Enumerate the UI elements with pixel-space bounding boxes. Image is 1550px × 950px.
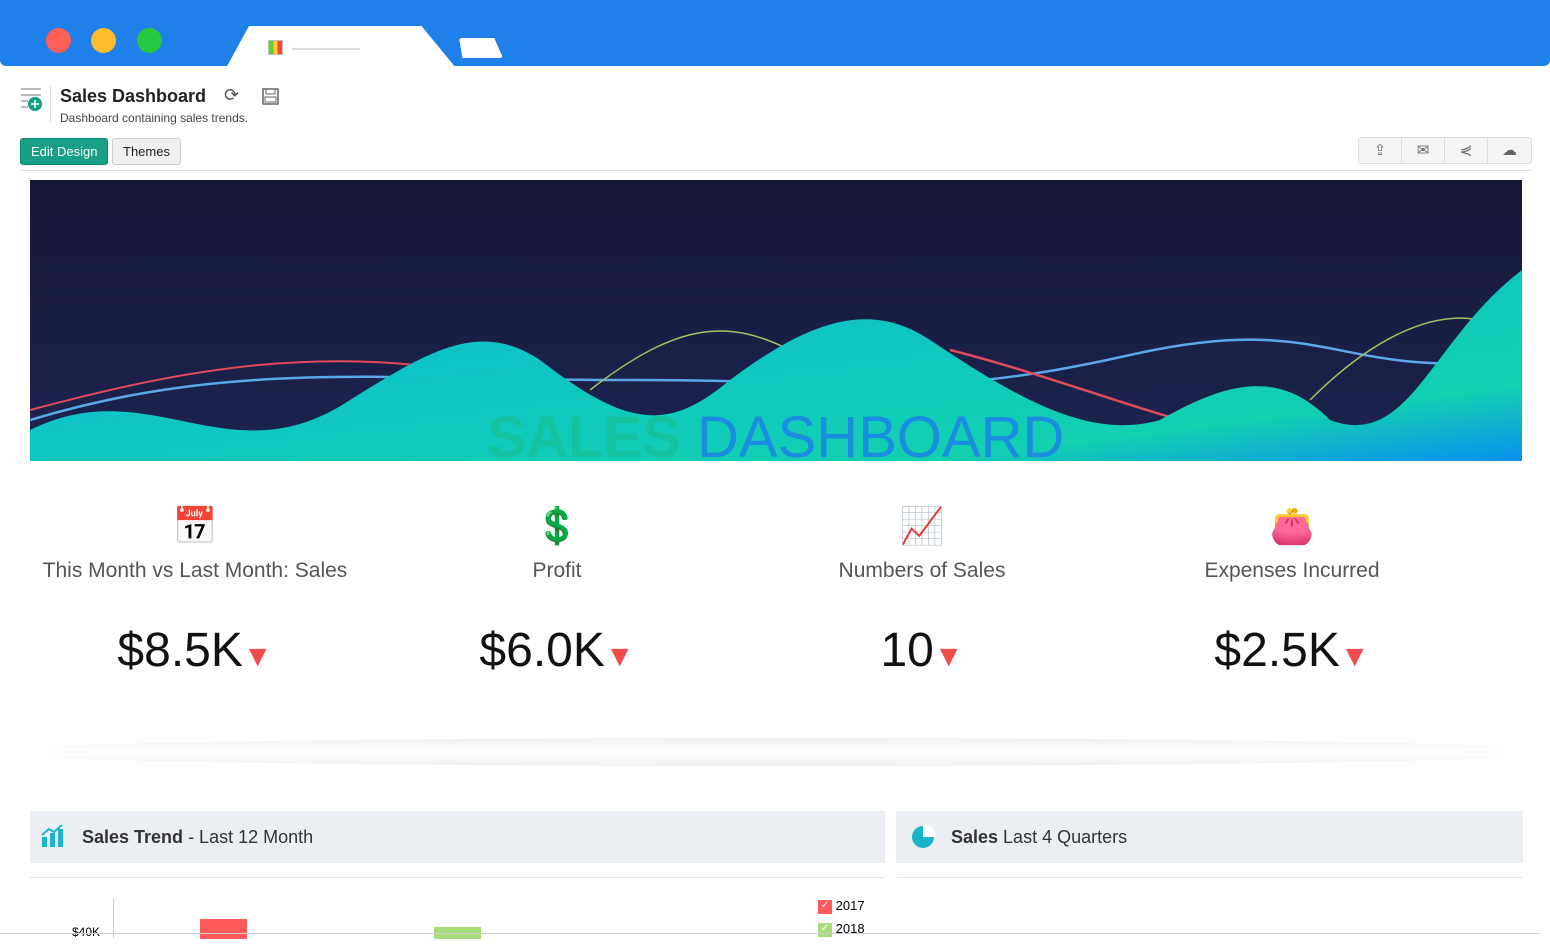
- kpi-label: Numbers of Sales: [838, 559, 1006, 582]
- banner-title-sales: SALES: [487, 405, 681, 470]
- sales-trend-panel-header: Sales Trend - Last 12 Month: [30, 811, 885, 863]
- y-tick-label: $40K: [72, 925, 101, 939]
- panel-title: Sales: [951, 827, 999, 847]
- calendar-icon: 📅: [172, 505, 218, 546]
- email-icon[interactable]: ✉: [1402, 138, 1445, 163]
- kpi-card-profit[interactable]: 💲 Profit $6.0K▼: [377, 505, 737, 678]
- cloud-upload-icon[interactable]: ☁: [1488, 138, 1531, 163]
- profit-chart-icon: 💲: [534, 505, 580, 546]
- sales-trend-chart: $40K ✓ 2017 ✓ 2018: [30, 885, 885, 939]
- checkbox-icon: ✓: [818, 899, 832, 914]
- add-to-dashboard-icon[interactable]: [20, 86, 44, 112]
- dashboard-banner: SALES DASHBOARD: [29, 180, 1523, 470]
- kpi-value: $6.0K: [479, 624, 605, 677]
- browser-titlebar: [0, 0, 1550, 68]
- trend-down-icon: ▼: [604, 640, 635, 673]
- edit-design-button[interactable]: Edit Design: [20, 138, 109, 165]
- close-window-button[interactable]: [46, 28, 71, 53]
- export-icon[interactable]: ⇪: [1359, 138, 1402, 163]
- minimize-window-button[interactable]: [91, 28, 116, 53]
- kpi-label: Profit: [532, 559, 582, 582]
- kpi-label: Expenses Incurred: [1204, 559, 1380, 582]
- toolbar: ⇪ ✉ ⋞ ☁: [1358, 137, 1532, 164]
- panel-subtitle: - Last 12 Month: [183, 827, 314, 847]
- trend-down-icon: ▼: [1339, 640, 1370, 673]
- trend-down-icon: ▼: [933, 640, 964, 673]
- y-axis: [113, 898, 114, 938]
- kpi-value: $2.5K: [1214, 624, 1340, 677]
- page-subtitle: Dashboard containing sales trends.: [60, 111, 249, 125]
- maximize-window-button[interactable]: [137, 28, 162, 53]
- banner-title-dashboard: DASHBOARD: [697, 405, 1065, 470]
- browser-tab[interactable]: [226, 26, 456, 68]
- save-icon[interactable]: [262, 88, 279, 105]
- pie-chart-icon: [912, 824, 936, 848]
- bar-trend-icon: [41, 824, 63, 847]
- bar-2017[interactable]: [200, 919, 247, 939]
- trend-down-icon: ▼: [242, 640, 273, 673]
- kpi-card-number-of-sales[interactable]: 📈 Numbers of Sales 10▼: [742, 505, 1102, 678]
- report-favicon-icon: [268, 40, 283, 55]
- growth-chart-icon: 📈: [899, 505, 945, 546]
- wallet-icon: 👛: [1269, 505, 1315, 546]
- panel-title: Sales Trend: [82, 827, 184, 847]
- page-title: Sales Dashboard: [60, 86, 207, 106]
- refresh-icon[interactable]: ⟳: [224, 85, 239, 106]
- kpi-card-expenses[interactable]: 👛 Expenses Incurred $2.5K▼: [1112, 505, 1472, 678]
- checkbox-icon: ✓: [818, 922, 832, 937]
- new-tab-button[interactable]: [459, 38, 503, 58]
- kpi-label: This Month vs Last Month: Sales: [42, 559, 348, 582]
- legend-item-2017[interactable]: ✓ 2017: [818, 898, 865, 914]
- kpi-value: $8.5K: [117, 624, 243, 677]
- legend-item-2018[interactable]: ✓ 2018: [818, 921, 865, 937]
- legend-label: 2017: [835, 898, 865, 913]
- sales-quarters-panel-header: Sales Last 4 Quarters: [896, 811, 1523, 863]
- themes-button[interactable]: Themes: [112, 138, 181, 165]
- kpi-card-sales[interactable]: 📅 This Month vs Last Month: Sales $8.5K▼: [15, 505, 375, 678]
- panel-subtitle: Last 4 Quarters: [998, 827, 1128, 847]
- share-icon[interactable]: ⋞: [1445, 138, 1488, 163]
- kpi-value: 10: [880, 624, 934, 677]
